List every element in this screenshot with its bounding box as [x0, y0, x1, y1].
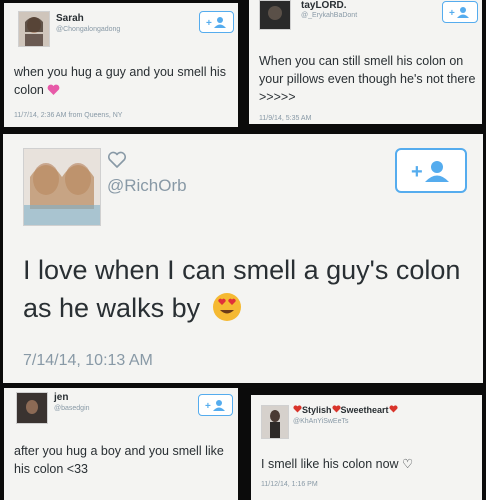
- avatar[interactable]: [259, 0, 291, 30]
- follow-button-icon: +: [205, 400, 225, 411]
- heart-eyes-emoji: [212, 292, 242, 333]
- follow-button[interactable]: +: [199, 11, 234, 33]
- display-name[interactable]: Sarah: [56, 13, 84, 24]
- display-name[interactable]: Stylish Sweetheart: [293, 405, 398, 415]
- follow-button-icon: +: [449, 7, 469, 18]
- tweet-text-content: I love when I can smell a guy's colon as…: [23, 255, 461, 323]
- display-name-part: Stylish: [302, 405, 332, 415]
- username[interactable]: @_ErykahBaDont: [301, 12, 357, 19]
- timestamp[interactable]: 11/12/14, 1:16 PM: [261, 481, 318, 488]
- svg-text:+: +: [449, 8, 455, 18]
- svg-text:+: +: [205, 401, 211, 411]
- avatar[interactable]: [16, 392, 48, 424]
- heart-outline-icon[interactable]: [107, 150, 127, 170]
- follow-button-icon: +: [206, 17, 226, 28]
- timestamp[interactable]: 11/9/14, 5:35 AM: [259, 115, 311, 122]
- timestamp[interactable]: 7/14/14, 10:13 AM: [23, 352, 153, 370]
- tweet-text: I love when I can smell a guy's colon as…: [23, 252, 463, 333]
- display-name[interactable]: tayLORD.: [301, 0, 347, 11]
- tweet-text: when you hug a guy and you smell his col…: [14, 63, 229, 101]
- username[interactable]: @RichOrb: [107, 176, 187, 196]
- follow-button[interactable]: +: [198, 394, 233, 416]
- tweet-card-1: Sarah @Chongalongadong + when you hug a …: [4, 3, 238, 127]
- tweet-card-main: @RichOrb + I love when I can smell a guy…: [3, 134, 483, 383]
- tweet-text: I smell like his colon now ♡: [261, 457, 414, 471]
- svg-text:+: +: [411, 161, 423, 182]
- timestamp[interactable]: 11/7/14, 2:36 AM from Queens, NY: [14, 112, 122, 119]
- pink-heart-emoji: [47, 83, 60, 101]
- avatar[interactable]: [23, 148, 101, 226]
- tweet-card-2: tayLORD. @_ErykahBaDont + When you can s…: [249, 0, 482, 124]
- red-heart-icon: [388, 405, 398, 415]
- tweet-card-5: Stylish Sweetheart @KhAnYiSwEeTs I smell …: [251, 395, 482, 500]
- tweet-text-content: when you hug a guy and you smell his col…: [14, 65, 226, 98]
- avatar[interactable]: [18, 11, 50, 47]
- tweet-text: after you hug a boy and you smell like h…: [14, 444, 224, 477]
- svg-text:+: +: [206, 18, 212, 28]
- tweet-card-4: jen @basedgin + after you hug a boy and …: [4, 388, 238, 500]
- red-heart-icon: [331, 405, 341, 415]
- red-heart-icon: [293, 405, 302, 415]
- username[interactable]: @Chongalongadong: [56, 26, 120, 33]
- tweet-text: When you can still smell his colon on yo…: [259, 54, 476, 105]
- display-name[interactable]: jen: [54, 392, 68, 403]
- username[interactable]: @basedgin: [54, 405, 90, 412]
- avatar[interactable]: [261, 405, 289, 439]
- username[interactable]: @KhAnYiSwEeTs: [293, 418, 348, 425]
- follow-button-icon: +: [411, 160, 449, 182]
- follow-button[interactable]: +: [442, 1, 478, 23]
- display-name-part: Sweetheart: [340, 405, 389, 415]
- follow-button[interactable]: +: [395, 148, 467, 193]
